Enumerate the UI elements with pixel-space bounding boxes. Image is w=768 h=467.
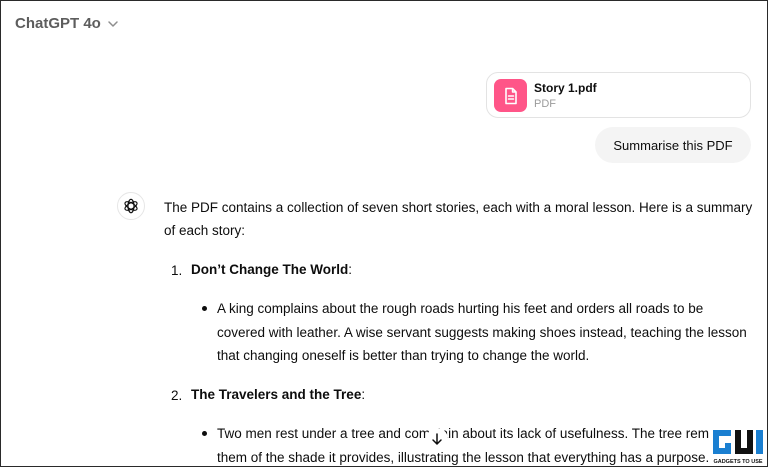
chat-window: ChatGPT 4o Story 1.pdf PDF Summarise thi…: [0, 0, 768, 467]
story-title: Don’t Change The World: [191, 262, 349, 277]
bullet-dot: [202, 306, 207, 311]
svg-text:GADGETS TO USE: GADGETS TO USE: [713, 459, 762, 465]
story-summary: A king complains about the rough roads h…: [217, 301, 747, 363]
openai-logo-icon: [124, 198, 138, 214]
model-name: ChatGPT 4o: [15, 15, 101, 32]
list-number: 1.: [171, 263, 183, 278]
model-selector[interactable]: ChatGPT 4o: [15, 15, 120, 32]
assistant-intro: The PDF contains a collection of seven s…: [164, 196, 754, 242]
list-item-title: The Travelers and the Tree:: [191, 383, 365, 406]
title-suffix: :: [361, 387, 366, 402]
user-message: Summarise this PDF: [595, 127, 751, 163]
story-summary: Two men rest under a tree and complain a…: [217, 426, 734, 465]
attachment-name: Story 1.pdf: [534, 81, 597, 95]
watermark-logo: GADGETS TO USE: [709, 424, 767, 466]
document-icon: [494, 79, 527, 112]
assistant-intro-text: The PDF contains a collection of seven s…: [164, 200, 753, 238]
chevron-down-icon: [108, 20, 118, 27]
arrow-down-icon: [432, 433, 442, 445]
story-title: The Travelers and the Tree: [191, 387, 362, 402]
scroll-to-bottom-button[interactable]: [426, 428, 448, 450]
bullet-dot: [202, 431, 207, 436]
list-item-title: Don’t Change The World:: [191, 258, 352, 281]
assistant-avatar: [117, 192, 145, 220]
list-number: 2.: [171, 388, 183, 403]
title-suffix: :: [348, 262, 353, 277]
attachment-type: PDF: [534, 98, 556, 110]
attachment-card[interactable]: Story 1.pdf PDF: [486, 72, 751, 118]
